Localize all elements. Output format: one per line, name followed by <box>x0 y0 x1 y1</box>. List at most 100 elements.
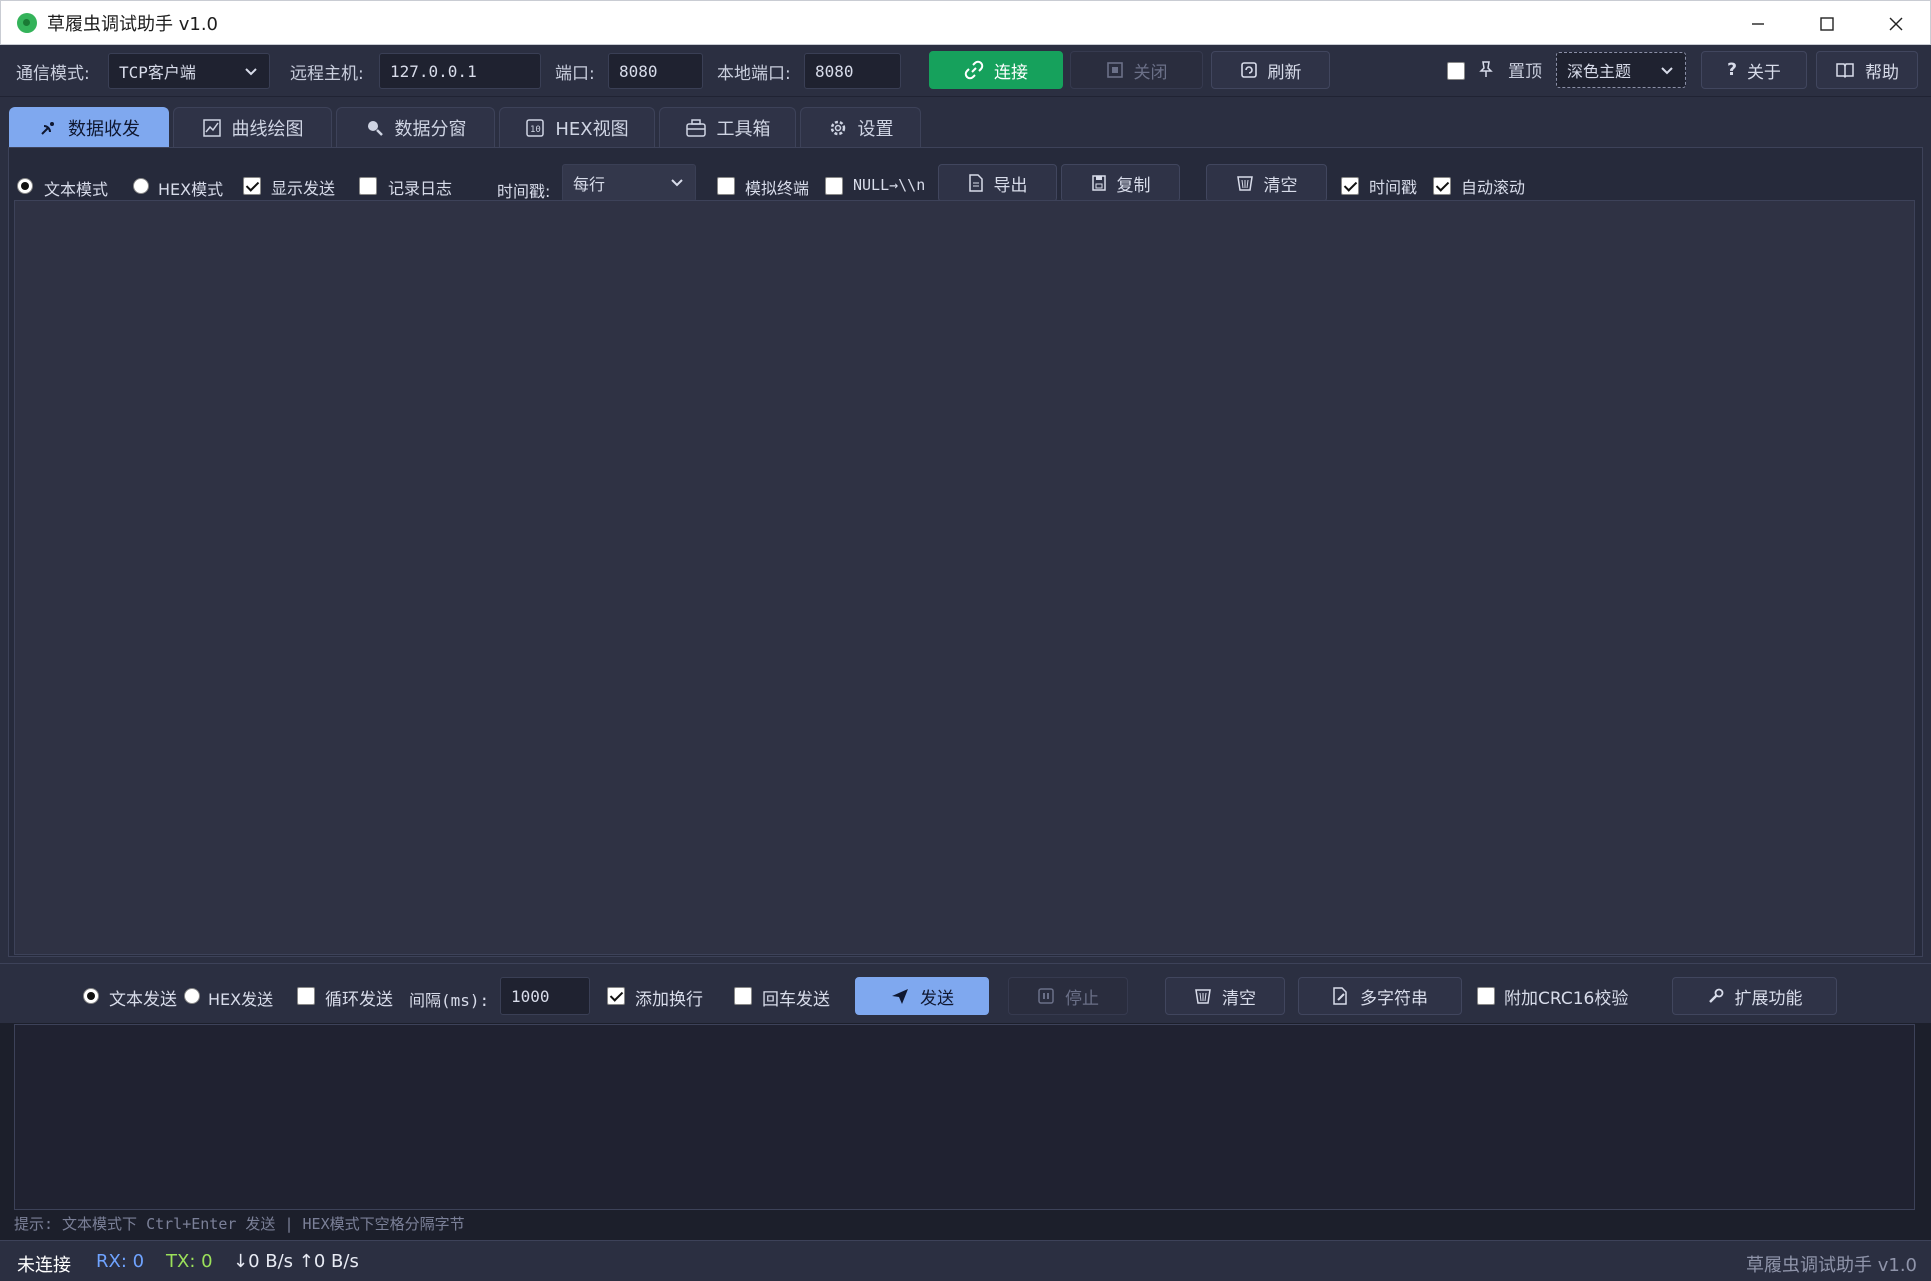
multi-string-button[interactable]: 多字符串 <box>1298 977 1462 1015</box>
hex-grid-icon: 10 <box>526 118 545 137</box>
tab-settings[interactable]: 设置 <box>800 107 921 147</box>
export-button[interactable]: 导出 <box>938 164 1057 202</box>
window-controls <box>1723 1 1930 46</box>
clear-send-label: 清空 <box>1222 988 1256 1009</box>
show-send-label: 显示发送 <box>271 179 336 198</box>
pin-icon <box>1479 61 1493 77</box>
maximize-button[interactable] <box>1792 1 1861 46</box>
pin-checkbox[interactable] <box>1447 62 1465 80</box>
help-button[interactable]: 帮助 <box>1816 51 1918 89</box>
text-mode-label: 文本模式 <box>44 180 109 199</box>
send-toolbar: 文本发送 HEX发送 循环发送 间隔(ms): 1000 添加换行 回车发送 发… <box>0 963 1931 1023</box>
enter-send-checkbox[interactable] <box>734 987 752 1005</box>
null-checkbox[interactable] <box>825 177 843 195</box>
extension-label: 扩展功能 <box>1734 988 1803 1009</box>
connection-toolbar: 通信模式: TCP客户端 远程主机: 127.0.0.1 端口: 8080 本地… <box>0 45 1931 97</box>
timestamp-checkbox[interactable] <box>1341 177 1359 195</box>
link-icon <box>964 60 984 80</box>
tab-label: HEX视图 <box>555 118 629 140</box>
close-connection-label: 关闭 <box>1133 62 1168 83</box>
clear-send-button[interactable]: 清空 <box>1165 977 1285 1015</box>
send-button[interactable]: 发送 <box>855 977 989 1015</box>
minimize-icon <box>1751 22 1764 25</box>
mode-select[interactable]: TCP客户端 <box>108 53 270 89</box>
autoscroll-label: 自动滚动 <box>1461 178 1526 197</box>
interval-input[interactable]: 1000 <box>500 977 590 1015</box>
about-button[interactable]: ? 关于 <box>1701 51 1807 89</box>
multi-string-label: 多字符串 <box>1360 988 1428 1009</box>
wrench-icon <box>1708 988 1723 1003</box>
connect-button[interactable]: 连接 <box>929 51 1063 89</box>
question-icon: ? <box>1727 60 1737 80</box>
connect-label: 连接 <box>994 62 1028 83</box>
crc-checkbox[interactable] <box>1477 987 1495 1005</box>
copy-label: 复制 <box>1116 175 1151 196</box>
stop-square-icon <box>1106 62 1123 78</box>
app-logo-icon <box>17 12 37 33</box>
terminal-label: 模拟终端 <box>745 179 810 198</box>
export-label: 导出 <box>993 175 1028 196</box>
speed-readout: ↓0 B/s ↑0 B/s <box>233 1251 359 1272</box>
save-icon <box>1091 175 1106 191</box>
timestamp-checkbox-label: 时间戳 <box>1369 178 1418 197</box>
timestamp-select[interactable]: 每行 <box>562 164 696 202</box>
hex-send-label: HEX发送 <box>208 990 274 1009</box>
tab-data-transfer[interactable]: 数据收发 <box>9 107 169 147</box>
rx-counter: RX: 0 <box>96 1251 145 1272</box>
tab-label: 数据收发 <box>68 118 140 140</box>
hex-mode-label: HEX模式 <box>158 180 224 199</box>
close-window-button[interactable] <box>1861 1 1930 46</box>
send-label: 发送 <box>920 988 954 1009</box>
hex-send-radio[interactable] <box>184 988 200 1004</box>
tab-data-split[interactable]: 数据分窗 <box>336 107 495 147</box>
maximize-icon <box>1819 16 1834 31</box>
stop-label: 停止 <box>1065 988 1099 1009</box>
clear-recv-button[interactable]: 清空 <box>1206 164 1327 202</box>
send-textarea[interactable] <box>14 1024 1915 1210</box>
text-send-label: 文本发送 <box>109 990 177 1010</box>
mode-label: 通信模式: <box>16 64 90 84</box>
tab-label: 数据分窗 <box>394 118 467 140</box>
interval-label: 间隔(ms): <box>409 991 490 1010</box>
receive-textarea[interactable] <box>14 200 1915 955</box>
search-icon <box>367 120 383 136</box>
chart-icon <box>202 118 221 137</box>
tab-hex-view[interactable]: 10 HEX视图 <box>499 107 655 147</box>
close-connection-button[interactable]: 关闭 <box>1070 51 1203 89</box>
show-send-checkbox[interactable] <box>243 177 261 195</box>
tab-toolbox[interactable]: 工具箱 <box>659 107 796 147</box>
host-input[interactable]: 127.0.0.1 <box>379 53 541 89</box>
host-label: 远程主机: <box>290 64 364 84</box>
tab-label: 曲线绘图 <box>231 118 304 140</box>
chevron-down-icon <box>1661 67 1673 75</box>
autoscroll-checkbox[interactable] <box>1433 177 1451 195</box>
stop-button[interactable]: 停止 <box>1008 977 1128 1015</box>
status-bar: 未连接 RX: 0 TX: 0 ↓0 B/s ↑0 B/s 草履虫调试助手 v1… <box>0 1240 1931 1281</box>
newline-checkbox[interactable] <box>607 987 625 1005</box>
local-port-input[interactable]: 8080 <box>804 53 901 89</box>
about-label: 关于 <box>1746 62 1781 83</box>
loop-checkbox[interactable] <box>297 987 315 1005</box>
text-mode-radio[interactable] <box>17 178 33 194</box>
refresh-button[interactable]: 刷新 <box>1211 51 1330 89</box>
hex-mode-radio[interactable] <box>133 178 149 194</box>
text-send-radio[interactable] <box>83 988 99 1004</box>
trash-icon <box>1236 176 1253 191</box>
minimize-button[interactable] <box>1723 1 1792 46</box>
extension-button[interactable]: 扩展功能 <box>1672 977 1837 1015</box>
log-checkbox[interactable] <box>359 177 377 195</box>
null-label: NULL→\\n <box>853 176 926 194</box>
mode-select-value: TCP客户端 <box>119 63 196 82</box>
tab-curve-plot[interactable]: 曲线绘图 <box>173 107 332 147</box>
theme-select[interactable]: 深色主题 <box>1556 52 1686 88</box>
window-title: 草履虫调试助手 v1.0 <box>47 13 218 35</box>
tab-label: 设置 <box>857 118 894 140</box>
pause-icon <box>1038 988 1054 1004</box>
refresh-icon <box>1240 62 1257 78</box>
local-port-label: 本地端口: <box>717 64 791 84</box>
copy-button[interactable]: 复制 <box>1061 164 1180 202</box>
close-icon <box>1889 17 1902 30</box>
enter-send-label: 回车发送 <box>762 990 830 1010</box>
terminal-checkbox[interactable] <box>717 177 735 195</box>
port-input[interactable]: 8080 <box>608 53 703 89</box>
